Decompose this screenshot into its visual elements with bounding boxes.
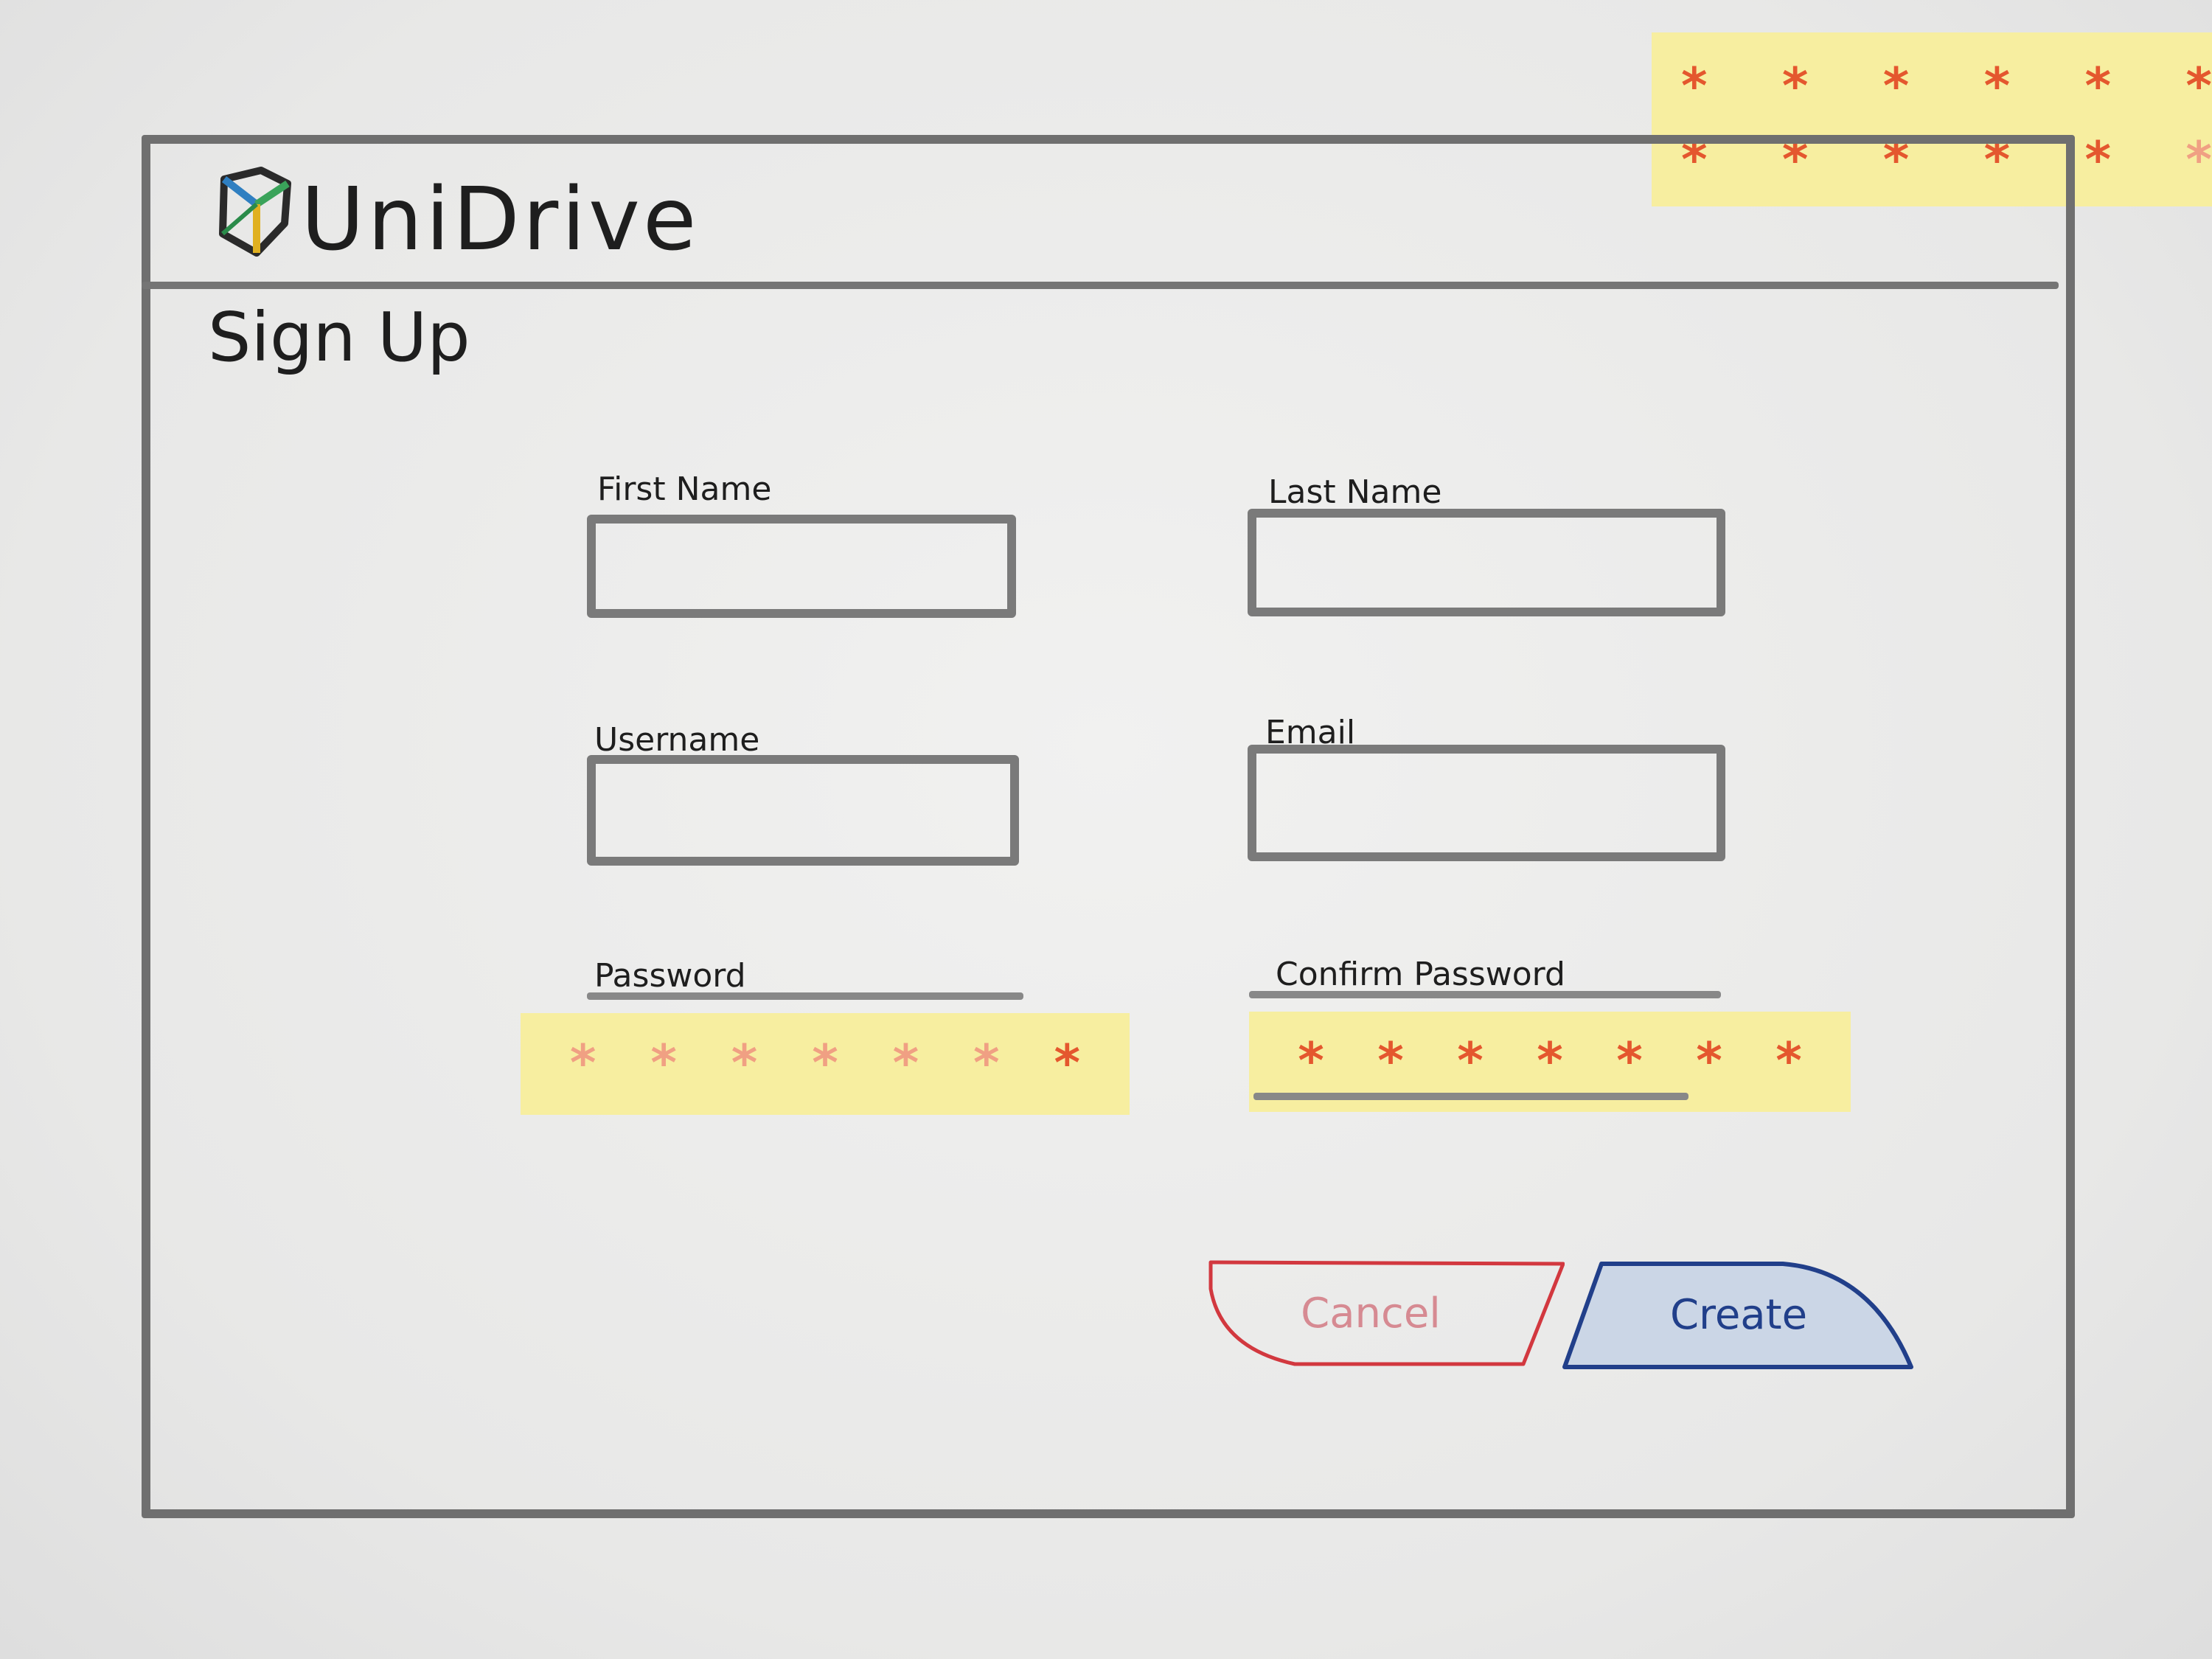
asterisk: *: [812, 1034, 838, 1093]
asterisk: *: [569, 1034, 597, 1093]
cube-logo-icon: [219, 167, 291, 257]
asterisk: *: [1054, 1034, 1081, 1093]
asterisk: *: [731, 1034, 758, 1093]
confirm-password-label: Confirm Password: [1276, 956, 1565, 993]
cancel-button[interactable]: Cancel: [1206, 1259, 1565, 1367]
asterisk: *: [1882, 58, 1910, 116]
top-note-row-1: * * * * * *: [1681, 62, 2212, 112]
asterisk: *: [892, 1034, 919, 1093]
cancel-button-label: Cancel: [1301, 1289, 1441, 1338]
asterisk: *: [2185, 58, 2212, 116]
page-title: Sign Up: [208, 298, 470, 377]
confirm-password-field-top-edge: [1249, 991, 1721, 998]
asterisk: *: [2084, 58, 2112, 116]
create-button[interactable]: Create: [1562, 1259, 1916, 1370]
asterisk: *: [1775, 1032, 1802, 1091]
asterisk: *: [2084, 131, 2112, 189]
asterisk: *: [1681, 58, 1708, 116]
password-label: Password: [594, 957, 746, 995]
asterisk: *: [1696, 1032, 1722, 1091]
asterisk: *: [1781, 58, 1809, 116]
asterisk: *: [1457, 1032, 1484, 1091]
last-name-input[interactable]: [1248, 509, 1725, 616]
asterisk: *: [1616, 1032, 1643, 1091]
asterisk: *: [1537, 1032, 1563, 1091]
asterisk: *: [650, 1034, 677, 1093]
confirm-password-field-bottom-edge: [1253, 1093, 1688, 1100]
first-name-input[interactable]: [587, 515, 1016, 618]
username-input[interactable]: [587, 755, 1019, 866]
asterisk: *: [2185, 131, 2212, 189]
password-input[interactable]: * * * * * * *: [521, 1013, 1130, 1115]
asterisk: *: [1377, 1032, 1404, 1091]
password-field-top-edge: [587, 992, 1023, 1000]
first-name-label: First Name: [597, 470, 772, 508]
last-name-label: Last Name: [1268, 473, 1442, 511]
asterisk: *: [1983, 58, 2011, 116]
asterisk: *: [1298, 1032, 1324, 1091]
email-input[interactable]: [1248, 745, 1725, 861]
create-button-label: Create: [1669, 1290, 1808, 1339]
asterisk: *: [973, 1034, 1000, 1093]
header-divider: [142, 282, 2059, 289]
app-name: UniDrive: [301, 168, 700, 270]
